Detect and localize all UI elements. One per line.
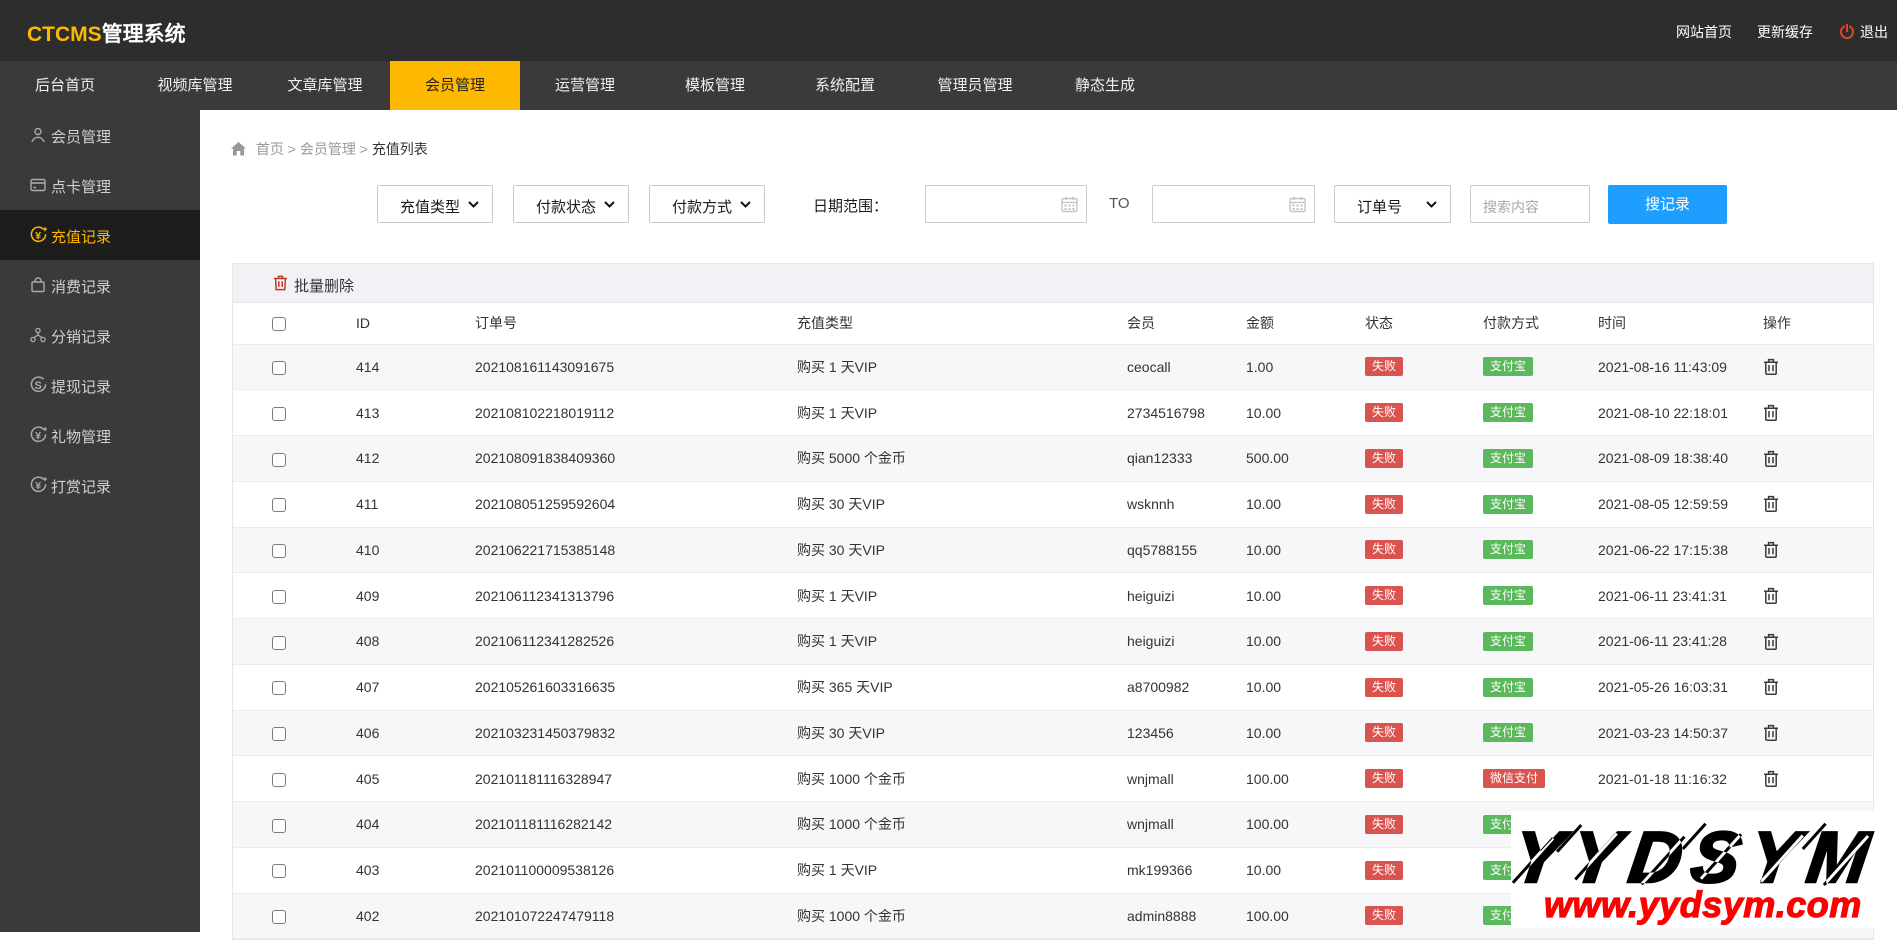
svg-text:¥: ¥ xyxy=(35,230,41,242)
svg-text:S: S xyxy=(35,380,42,392)
svg-text:¥: ¥ xyxy=(35,480,41,492)
svg-text:¥: ¥ xyxy=(35,430,41,442)
